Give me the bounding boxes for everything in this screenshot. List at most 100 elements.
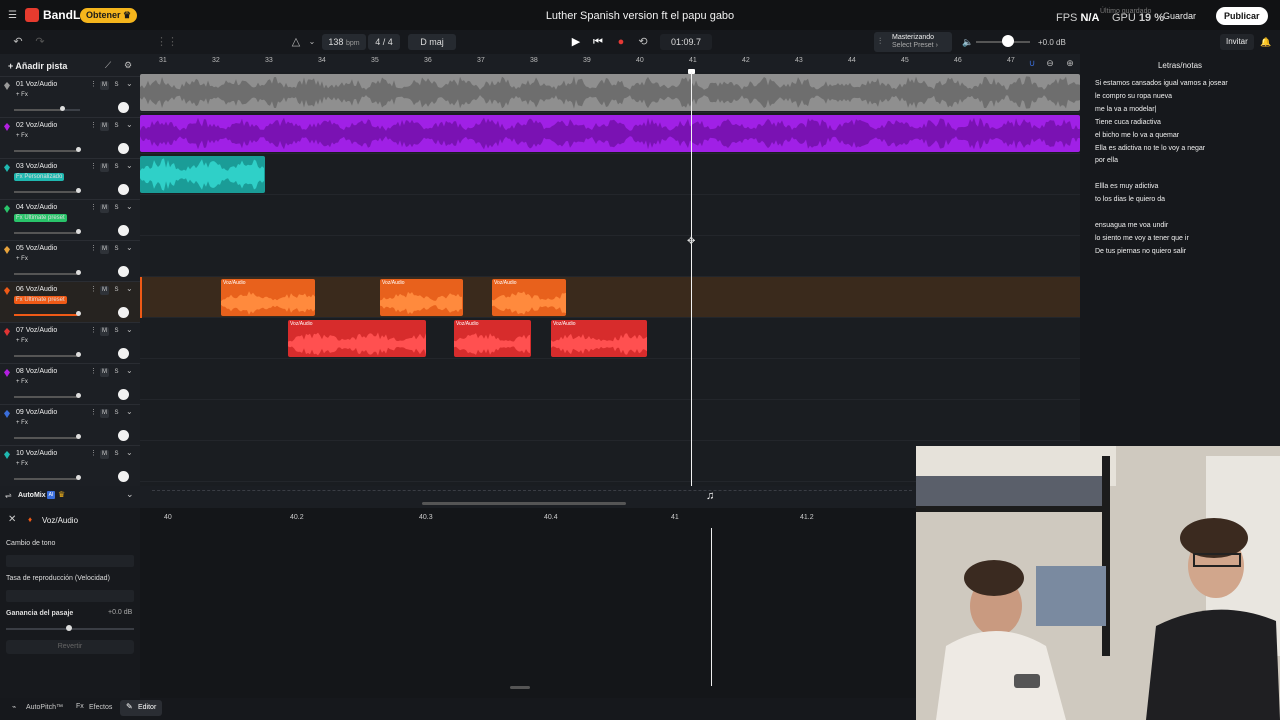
track-lane[interactable]	[140, 113, 1080, 154]
track-name[interactable]: 03 Voz/Audio	[16, 163, 57, 170]
lyric-line[interactable]: De tus piernas no quiero salir	[1095, 248, 1186, 255]
track-fx-button[interactable]: + Fx	[14, 91, 30, 99]
track-volume-knob[interactable]	[60, 106, 65, 111]
horizontal-scrollbar[interactable]	[422, 502, 626, 505]
track-fx-button[interactable]: + Fx	[14, 419, 30, 427]
solo-button[interactable]: S	[112, 327, 121, 336]
audio-clip[interactable]	[140, 115, 1080, 152]
track-header[interactable]: 07 Voz/Audio + Fx ⋮ M S ⌄	[0, 322, 140, 363]
tab-editor[interactable]: Editor	[138, 704, 156, 711]
track-lane[interactable]	[140, 154, 1080, 195]
audio-clip[interactable]: Voz/Audio	[380, 279, 463, 316]
lyric-line[interactable]: lo siento me voy a tener que ir	[1095, 235, 1189, 242]
audio-clip[interactable]: Voz/Audio	[288, 320, 426, 357]
track-header[interactable]: 02 Voz/Audio + Fx ⋮ M S ⌄	[0, 117, 140, 158]
track-name[interactable]: 02 Voz/Audio	[16, 122, 57, 129]
lyric-line[interactable]: el bicho me lo va a quemar	[1095, 132, 1179, 139]
collapse-chevron-icon[interactable]: ⌄	[126, 489, 134, 500]
track-fx-button[interactable]: + Fx	[14, 255, 30, 263]
track-volume-slider[interactable]	[14, 270, 81, 275]
track-volume-knob[interactable]	[76, 188, 81, 193]
track-expand-chevron-icon[interactable]: ⌄	[126, 79, 133, 88]
playhead-line[interactable]	[691, 72, 692, 508]
track-more-icon[interactable]: ⋮	[90, 121, 97, 129]
lyric-line[interactable]: Tiene cuca radiactiva	[1095, 119, 1161, 126]
playback-speed-field[interactable]	[6, 590, 134, 602]
track-pan-knob[interactable]	[118, 143, 129, 154]
save-button[interactable]: Guardar	[1157, 8, 1202, 24]
track-more-icon[interactable]: ⋮	[90, 80, 97, 88]
solo-button[interactable]: S	[112, 81, 121, 90]
mute-button[interactable]: M	[100, 450, 109, 459]
track-pan-knob[interactable]	[118, 348, 129, 359]
track-lane[interactable]	[140, 359, 1080, 400]
speaker-icon[interactable]: 🔈	[958, 33, 978, 51]
track-header[interactable]: 08 Voz/Audio + Fx ⋮ M S ⌄	[0, 363, 140, 404]
track-pan-knob[interactable]	[118, 307, 129, 318]
track-expand-chevron-icon[interactable]: ⌄	[126, 202, 133, 211]
lyric-line[interactable]: por ella	[1095, 157, 1118, 164]
tempo-field[interactable]: 138 bpm	[322, 34, 366, 50]
mute-button[interactable]: M	[100, 327, 109, 336]
track-volume-knob[interactable]	[76, 475, 81, 480]
audio-clip[interactable]	[140, 156, 265, 193]
track-expand-chevron-icon[interactable]: ⌄	[126, 161, 133, 170]
solo-button[interactable]: S	[112, 163, 121, 172]
track-more-icon[interactable]: ⋮	[90, 326, 97, 334]
add-track-button[interactable]: + Añadir pista	[4, 58, 67, 74]
track-expand-chevron-icon[interactable]: ⌄	[126, 284, 133, 293]
track-header[interactable]: 01 Voz/Audio + Fx ⋮ M S ⌄	[0, 76, 140, 117]
track-volume-knob[interactable]	[76, 147, 81, 152]
lyric-line[interactable]: Ella es adictiva no te lo voy a negar	[1095, 145, 1205, 152]
track-pan-knob[interactable]	[118, 225, 129, 236]
mastering-selector[interactable]: ⫶ Masterizando Select Preset ›	[874, 32, 952, 52]
audio-clip[interactable]: Voz/Audio	[221, 279, 315, 316]
track-header[interactable]: 05 Voz/Audio + Fx ⋮ M S ⌄	[0, 240, 140, 281]
snap-magnet-icon[interactable]: ∪	[1022, 54, 1042, 72]
track-more-icon[interactable]: ⋮	[90, 203, 97, 211]
editor-scroll-handle[interactable]	[510, 686, 530, 689]
mute-button[interactable]: M	[100, 163, 109, 172]
track-volume-slider[interactable]	[14, 147, 81, 152]
grid-icon[interactable]: ⋮⋮	[156, 33, 178, 51]
redo-icon[interactable]: ↷	[30, 33, 50, 51]
track-name[interactable]: 01 Voz/Audio	[16, 81, 57, 88]
publish-button[interactable]: Publicar	[1216, 7, 1268, 25]
track-volume-slider[interactable]	[14, 475, 81, 480]
zoom-in-icon[interactable]: ⊕	[1060, 54, 1080, 72]
record-icon[interactable]: ●	[611, 33, 631, 51]
audio-clip[interactable]: Voz/Audio	[454, 320, 531, 357]
track-expand-chevron-icon[interactable]: ⌄	[126, 120, 133, 129]
project-title[interactable]: Luther Spanish version ft el papu gabo	[540, 10, 740, 22]
track-more-icon[interactable]: ⋮	[90, 162, 97, 170]
track-fx-button[interactable]: Fx Ultimate preset	[14, 296, 67, 304]
track-more-icon[interactable]: ⋮	[90, 408, 97, 416]
track-lane[interactable]	[140, 236, 1080, 277]
solo-button[interactable]: S	[112, 286, 121, 295]
lyric-line[interactable]: ensuagua me voa undir	[1095, 222, 1168, 229]
track-lane[interactable]: Voz/Audio Voz/Audio Voz/Audio	[140, 277, 1080, 318]
lyric-line[interactable]: le compro su ropa nueva	[1095, 93, 1172, 100]
music-note-icon[interactable]: ♫	[706, 490, 714, 502]
get-membership-button[interactable]: Obtener ♛	[80, 8, 138, 23]
track-name[interactable]: 09 Voz/Audio	[16, 409, 57, 416]
lyric-line[interactable]: to los dias le quiero da	[1095, 196, 1165, 203]
track-name[interactable]: 08 Voz/Audio	[16, 368, 57, 375]
track-pan-knob[interactable]	[118, 471, 129, 482]
track-settings-icon[interactable]: ⚙	[118, 56, 138, 74]
chevron-down-icon[interactable]: ⌄	[302, 33, 322, 51]
mute-button[interactable]: M	[100, 368, 109, 377]
mute-button[interactable]: M	[100, 286, 109, 295]
master-volume-knob[interactable]	[1002, 35, 1014, 47]
menu-icon[interactable]: ☰	[8, 10, 17, 21]
track-name[interactable]: 07 Voz/Audio	[16, 327, 57, 334]
audio-clip[interactable]: Voz/Audio	[551, 320, 647, 357]
lyric-line[interactable]: me la va a modelar|	[1095, 106, 1156, 113]
track-fx-button[interactable]: Fx Personalizado	[14, 173, 65, 181]
track-volume-knob[interactable]	[76, 311, 81, 316]
track-pan-knob[interactable]	[118, 102, 129, 113]
audio-clip[interactable]: Voz/Audio	[492, 279, 566, 316]
skip-back-icon[interactable]: ⏮	[588, 33, 608, 51]
revert-button[interactable]: Revertir	[6, 640, 134, 654]
invite-button[interactable]: Invitar	[1220, 34, 1254, 50]
